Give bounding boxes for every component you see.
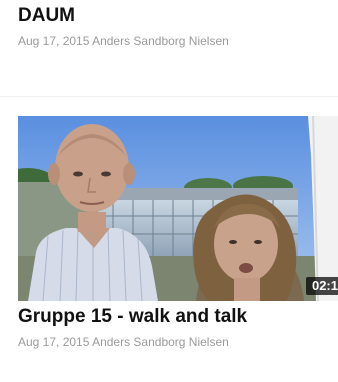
video-list: DAUM Aug 17, 2015 Anders Sandborg Nielse… bbox=[0, 0, 338, 382]
video-meta: Aug 17, 2015 Anders Sandborg Nielsen bbox=[18, 335, 229, 349]
thumbnail-image bbox=[18, 116, 338, 301]
video-title[interactable]: DAUM bbox=[18, 4, 75, 28]
card-divider bbox=[0, 96, 338, 97]
duration-badge: 02:1 bbox=[305, 277, 338, 295]
video-title[interactable]: Gruppe 15 - walk and talk bbox=[18, 305, 247, 329]
video-meta: Aug 17, 2015 Anders Sandborg Nielsen bbox=[18, 34, 229, 48]
video-thumbnail[interactable]: 02:1 bbox=[18, 116, 338, 301]
